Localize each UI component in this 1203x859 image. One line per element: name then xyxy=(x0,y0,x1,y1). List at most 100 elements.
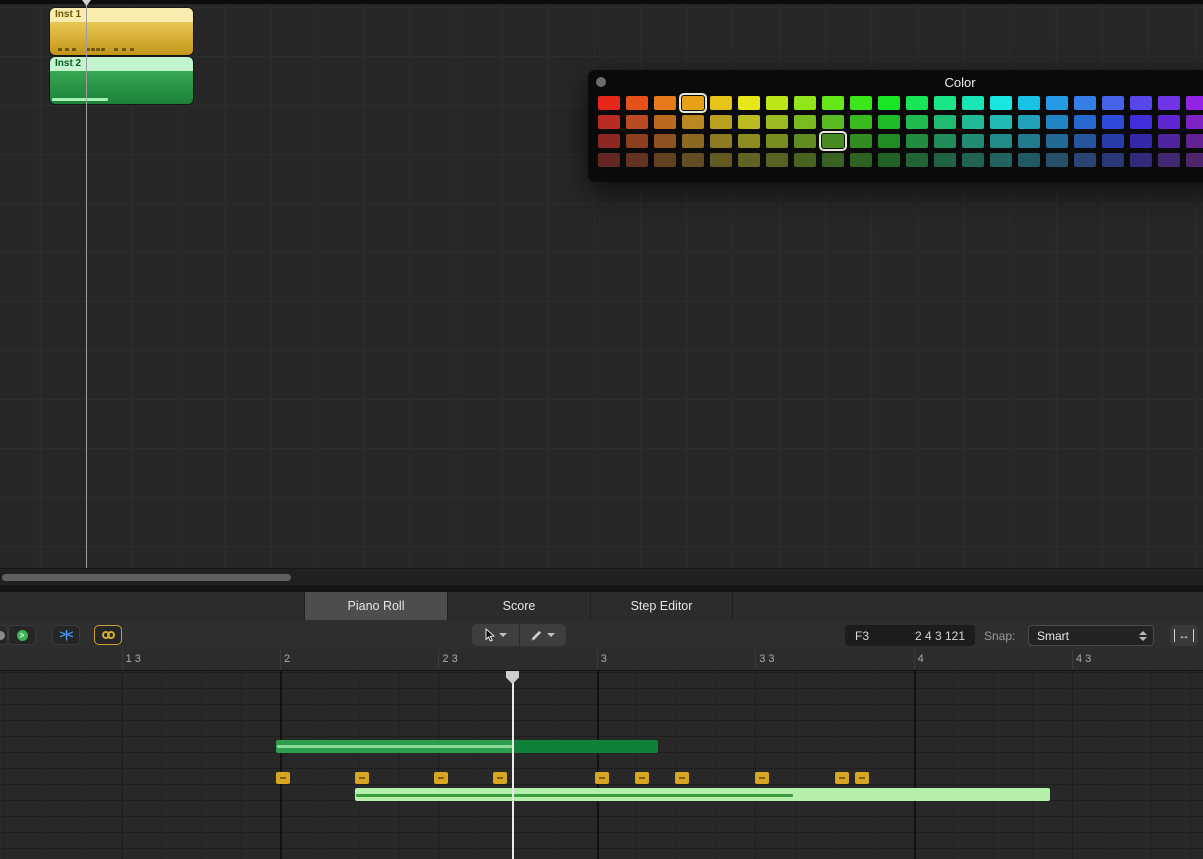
midi-note-short[interactable] xyxy=(755,772,769,784)
color-swatch[interactable] xyxy=(654,96,676,110)
color-swatch[interactable] xyxy=(626,134,648,148)
color-swatch[interactable] xyxy=(1130,96,1152,110)
color-swatch[interactable] xyxy=(878,153,900,167)
color-swatch[interactable] xyxy=(1186,96,1203,110)
playhead-line[interactable] xyxy=(512,671,514,859)
color-swatch[interactable] xyxy=(766,115,788,129)
color-swatch[interactable] xyxy=(822,153,844,167)
color-swatch[interactable] xyxy=(766,153,788,167)
color-swatch[interactable] xyxy=(1102,96,1124,110)
color-swatch[interactable] xyxy=(1018,134,1040,148)
arrange-playhead[interactable] xyxy=(86,4,87,568)
color-swatch[interactable] xyxy=(710,153,732,167)
midi-note-short[interactable] xyxy=(595,772,609,784)
color-swatch[interactable] xyxy=(682,153,704,167)
color-swatch[interactable] xyxy=(710,115,732,129)
fit-horizontal-button[interactable]: ↔ xyxy=(1170,625,1198,646)
color-swatch[interactable] xyxy=(990,96,1012,110)
midi-note-short[interactable] xyxy=(855,772,869,784)
color-swatch[interactable] xyxy=(654,153,676,167)
color-swatch[interactable] xyxy=(906,134,928,148)
color-swatch[interactable] xyxy=(738,134,760,148)
color-swatch[interactable] xyxy=(682,115,704,129)
color-swatch[interactable] xyxy=(598,134,620,148)
midi-note-short[interactable] xyxy=(276,772,290,784)
midi-note-bar[interactable] xyxy=(513,740,658,753)
color-swatch[interactable] xyxy=(1046,153,1068,167)
color-swatch[interactable] xyxy=(738,153,760,167)
link-button[interactable] xyxy=(94,625,122,645)
color-swatch[interactable] xyxy=(1018,115,1040,129)
color-swatch[interactable] xyxy=(850,115,872,129)
midi-note-bar[interactable] xyxy=(276,740,513,753)
color-swatch[interactable] xyxy=(906,96,928,110)
color-swatch[interactable] xyxy=(626,153,648,167)
color-swatch[interactable] xyxy=(990,115,1012,129)
color-swatch[interactable] xyxy=(1018,153,1040,167)
clipped-button[interactable] xyxy=(0,625,8,645)
color-swatch[interactable] xyxy=(738,115,760,129)
color-swatch[interactable] xyxy=(1046,115,1068,129)
color-swatch[interactable] xyxy=(1186,115,1203,129)
color-swatch[interactable] xyxy=(990,134,1012,148)
color-swatch[interactable] xyxy=(1130,115,1152,129)
color-swatch[interactable] xyxy=(962,115,984,129)
horizontal-scrollbar-thumb[interactable] xyxy=(2,574,291,581)
tab-score[interactable]: Score xyxy=(447,592,590,620)
color-swatch[interactable] xyxy=(934,115,956,129)
color-swatch[interactable] xyxy=(962,134,984,148)
color-swatch[interactable] xyxy=(1046,96,1068,110)
color-swatch[interactable] xyxy=(1102,153,1124,167)
color-swatch[interactable] xyxy=(934,153,956,167)
left-click-tool-button[interactable] xyxy=(472,624,519,646)
color-swatch[interactable] xyxy=(906,115,928,129)
midi-note-bar[interactable] xyxy=(355,788,1050,801)
color-swatch[interactable] xyxy=(794,96,816,110)
color-swatch[interactable] xyxy=(626,96,648,110)
command-click-tool-button[interactable] xyxy=(518,624,567,646)
color-swatch[interactable] xyxy=(850,134,872,148)
color-swatch[interactable] xyxy=(822,115,844,129)
color-swatch[interactable] xyxy=(1074,115,1096,129)
color-swatch[interactable] xyxy=(850,153,872,167)
color-swatch[interactable] xyxy=(710,134,732,148)
color-swatch[interactable] xyxy=(1102,115,1124,129)
color-swatch[interactable] xyxy=(598,96,620,110)
midi-region-inst-1[interactable]: Inst 1 xyxy=(50,8,193,55)
horizontal-scrollbar-track[interactable] xyxy=(0,568,1203,586)
color-swatch[interactable] xyxy=(1158,96,1180,110)
color-swatch[interactable] xyxy=(878,134,900,148)
color-swatch[interactable] xyxy=(654,115,676,129)
color-swatch[interactable] xyxy=(1074,153,1096,167)
color-swatch[interactable] xyxy=(962,153,984,167)
color-swatch[interactable] xyxy=(682,96,704,110)
color-swatch[interactable] xyxy=(738,96,760,110)
tab-step-editor[interactable]: Step Editor xyxy=(590,592,733,620)
midi-note-short[interactable] xyxy=(835,772,849,784)
color-swatch[interactable] xyxy=(766,96,788,110)
midi-in-button[interactable]: > xyxy=(8,625,36,645)
tab-piano-roll[interactable]: Piano Roll xyxy=(304,592,447,620)
piano-roll-ruler[interactable]: 1 3 2 2 3 3 3 3 4 4 3 xyxy=(0,650,1203,671)
color-swatch[interactable] xyxy=(682,134,704,148)
color-swatch[interactable] xyxy=(1102,134,1124,148)
color-swatch[interactable] xyxy=(878,115,900,129)
color-swatch[interactable] xyxy=(794,134,816,148)
color-swatch[interactable] xyxy=(1158,115,1180,129)
color-swatch[interactable] xyxy=(598,115,620,129)
color-swatch[interactable] xyxy=(934,96,956,110)
color-swatch[interactable] xyxy=(626,115,648,129)
midi-note-short[interactable] xyxy=(635,772,649,784)
catch-playhead-button[interactable]: >|< xyxy=(52,625,80,645)
color-swatch[interactable] xyxy=(850,96,872,110)
midi-note-short[interactable] xyxy=(493,772,507,784)
color-swatch[interactable] xyxy=(962,96,984,110)
color-swatch[interactable] xyxy=(1074,96,1096,110)
color-swatch[interactable] xyxy=(906,153,928,167)
position-display[interactable]: F3 2 4 3 121 xyxy=(845,625,975,646)
color-swatch[interactable] xyxy=(794,115,816,129)
color-swatch[interactable] xyxy=(1158,153,1180,167)
snap-select[interactable]: Smart xyxy=(1028,625,1154,646)
color-swatch[interactable] xyxy=(878,96,900,110)
color-panel[interactable]: Color xyxy=(588,70,1203,182)
